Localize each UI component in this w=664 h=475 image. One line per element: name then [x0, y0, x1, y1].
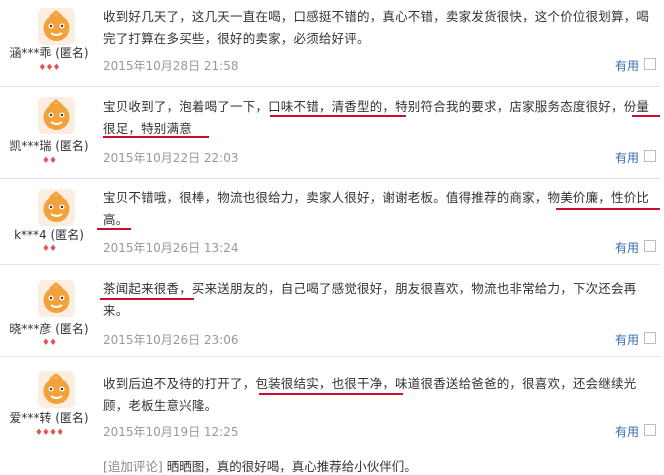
reviewer-block: 凯***瑞 (匿名) ♦♦ — [0, 87, 98, 179]
useful-checkbox[interactable] — [644, 424, 656, 436]
diamond-badge-icon: ♦♦♦ — [38, 63, 60, 73]
reviewer-block: 爱***转 (匿名) ♦♦♦♦ — [0, 357, 98, 474]
reviewer-block: k***4 (匿名) ♦♦ — [0, 179, 98, 265]
review-content: 收到好几天了，这几天一直在喝，口感挺不错的，真心不错，卖家发货很快，这个价位很划… — [103, 9, 650, 46]
reviewer-name: k***4 (匿名) — [14, 228, 84, 242]
reviewer-name: 爱***转 (匿名) — [9, 411, 89, 425]
avatar-icon[interactable] — [38, 8, 75, 45]
review-date: 2015年10月19日 12:25 — [103, 425, 239, 439]
highlight-underline — [100, 298, 194, 300]
highlight-underline — [632, 115, 660, 117]
avatar-icon[interactable] — [38, 97, 75, 134]
useful-link[interactable]: 有用 — [615, 239, 639, 256]
useful-link[interactable]: 有用 — [615, 331, 639, 348]
diamond-badge-icon: ♦♦ — [41, 338, 57, 348]
append-tag: [追加评论] — [103, 459, 163, 474]
review-item: k***4 (匿名) ♦♦ 宝贝不错哦，很棒，物流也很给力，卖家人很好，谢谢老板… — [0, 178, 660, 266]
avatar-icon[interactable] — [38, 189, 75, 226]
review-date: 2015年10月26日 13:24 — [103, 241, 239, 255]
reviewer-block: 晓***彦 (匿名) ♦♦ — [0, 265, 98, 357]
append-text: 晒晒图，真的很好喝，真心推荐给小伙伴们。 — [166, 459, 417, 474]
diamond-badge-icon: ♦♦ — [41, 156, 57, 166]
reviewer-name: 涵***乖 (匿名) — [9, 46, 89, 60]
useful-checkbox[interactable] — [644, 150, 656, 162]
useful-link[interactable]: 有用 — [615, 149, 639, 166]
diamond-badge-icon: ♦♦♦♦ — [34, 428, 64, 438]
highlight-underline — [556, 208, 660, 210]
avatar-icon[interactable] — [38, 371, 75, 408]
highlight-underline — [270, 115, 406, 117]
review-content: 收到后迫不及待的打开了，包装很结实，也很干净，味道很香送给爸爸的，很喜欢，还会继… — [103, 376, 637, 413]
appended-review: [追加评论] 晒晒图，真的很好喝，真心推荐给小伙伴们。 — [103, 456, 417, 475]
highlight-underline — [97, 228, 131, 230]
reviewer-name: 凯***瑞 (匿名) — [9, 139, 89, 153]
highlight-underline — [103, 136, 209, 138]
review-item: 凯***瑞 (匿名) ♦♦ 宝贝收到了，泡着喝了一下，口味不错，清香型的，特别符… — [0, 86, 660, 180]
review-content: 宝贝收到了，泡着喝了一下，口味不错，清香型的，特别符合我的要求，店家服务态度很好… — [103, 99, 650, 136]
review-content: 茶闻起来很香，买来送朋友的，自己喝了感觉很好，朋友很喜欢，物流也非常给力，下次还… — [103, 281, 637, 318]
review-date: 2015年10月28日 21:58 — [103, 59, 239, 73]
useful-checkbox[interactable] — [644, 240, 656, 252]
review-date: 2015年10月26日 23:06 — [103, 333, 239, 347]
useful-link[interactable]: 有用 — [615, 423, 639, 440]
useful-link[interactable]: 有用 — [615, 57, 639, 74]
useful-checkbox[interactable] — [644, 58, 656, 70]
reviewer-block: 涵***乖 (匿名) ♦♦♦ — [0, 0, 98, 86]
useful-checkbox[interactable] — [644, 332, 656, 344]
avatar-icon[interactable] — [38, 280, 75, 317]
review-item: 涵***乖 (匿名) ♦♦♦ 收到好几天了，这几天一直在喝，口感挺不错的，真心不… — [0, 0, 660, 87]
reviewer-name: 晓***彦 (匿名) — [9, 322, 89, 336]
review-date: 2015年10月22日 22:03 — [103, 151, 239, 165]
highlight-underline — [259, 393, 403, 395]
review-item: 晓***彦 (匿名) ♦♦ 茶闻起来很香，买来送朋友的，自己喝了感觉很好，朋友很… — [0, 264, 660, 358]
diamond-badge-icon: ♦♦ — [41, 244, 57, 254]
